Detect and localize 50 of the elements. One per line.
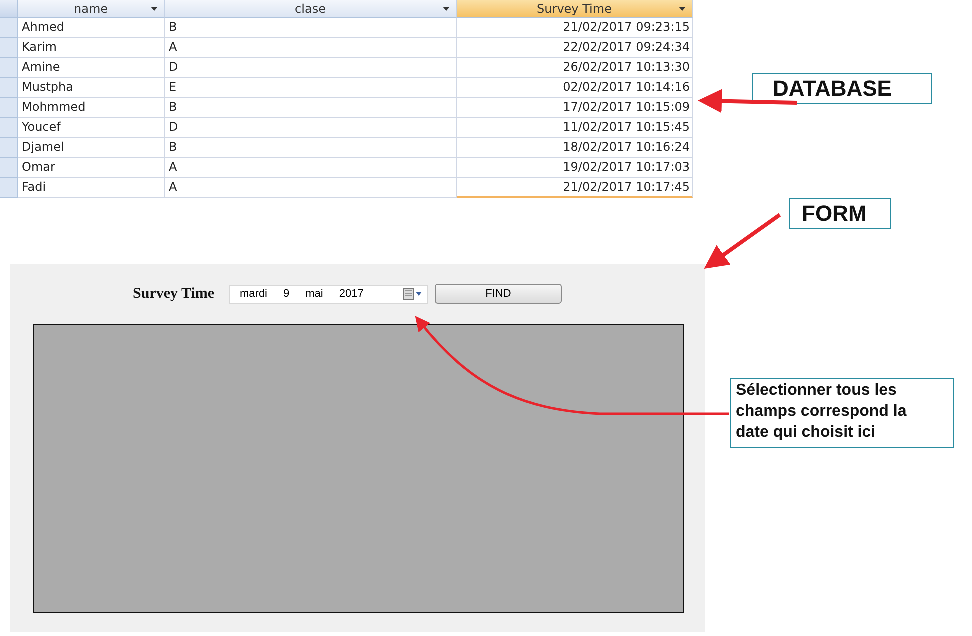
record-selector[interactable] bbox=[0, 158, 18, 178]
record-selector[interactable] bbox=[0, 178, 18, 198]
table-cell: 19/02/2017 10:17:03 bbox=[457, 158, 693, 178]
table-cell: Youcef bbox=[18, 118, 165, 138]
table-cell: Djamel bbox=[18, 138, 165, 158]
table-cell: 11/02/2017 10:15:45 bbox=[457, 118, 693, 138]
table-cell: Mustpha bbox=[18, 78, 165, 98]
table-cell: Mohmmed bbox=[18, 98, 165, 118]
record-selector[interactable] bbox=[0, 138, 18, 158]
callout-box: FORM bbox=[789, 198, 891, 229]
record-selector[interactable] bbox=[0, 78, 18, 98]
table-cell: B bbox=[165, 18, 457, 38]
date-picker[interactable]: mardi 9 mai 2017 bbox=[229, 284, 428, 304]
record-selector[interactable] bbox=[0, 38, 18, 58]
table-cell: Ahmed bbox=[18, 18, 165, 38]
column-header[interactable]: name bbox=[18, 0, 165, 18]
table-cell: D bbox=[165, 118, 457, 138]
table-cell: 18/02/2017 10:16:24 bbox=[457, 138, 693, 158]
record-selector[interactable] bbox=[0, 98, 18, 118]
table-cell: 21/02/2017 10:17:45 bbox=[457, 178, 693, 198]
table-cell: 22/02/2017 09:24:34 bbox=[457, 38, 693, 58]
table-cell: Karim bbox=[18, 38, 165, 58]
callout-box: Sélectionner tous les champs correspond la date qui choisit ici bbox=[730, 378, 954, 448]
dropdown-arrow-icon[interactable] bbox=[443, 7, 450, 11]
table-cell: A bbox=[165, 38, 457, 58]
dropdown-arrow-icon[interactable] bbox=[679, 7, 686, 11]
callout-box: DATABASE bbox=[752, 73, 932, 104]
select-all-corner[interactable] bbox=[0, 0, 18, 18]
table-cell: A bbox=[165, 158, 457, 178]
dropdown-arrow-icon[interactable] bbox=[151, 7, 158, 11]
table-cell: Fadi bbox=[18, 178, 165, 198]
record-selector[interactable] bbox=[0, 58, 18, 78]
table-cell: E bbox=[165, 78, 457, 98]
table-cell: A bbox=[165, 178, 457, 198]
calendar-dropdown-icon[interactable] bbox=[403, 288, 423, 300]
table-cell: 21/02/2017 09:23:15 bbox=[457, 18, 693, 38]
table-cell: 26/02/2017 10:13:30 bbox=[457, 58, 693, 78]
field-label: Survey Time bbox=[133, 286, 216, 302]
table-cell: 17/02/2017 10:15:09 bbox=[457, 98, 693, 118]
table-cell: Omar bbox=[18, 158, 165, 178]
record-selector[interactable] bbox=[0, 18, 18, 38]
column-header[interactable]: Survey Time bbox=[457, 0, 693, 18]
table-cell: B bbox=[165, 138, 457, 158]
record-selector[interactable] bbox=[0, 118, 18, 138]
table-cell: Amine bbox=[18, 58, 165, 78]
table-cell: B bbox=[165, 98, 457, 118]
column-header[interactable]: clase bbox=[165, 0, 457, 18]
find-button[interactable]: FIND bbox=[435, 284, 562, 304]
table-cell: 02/02/2017 10:14:16 bbox=[457, 78, 693, 98]
table-cell: D bbox=[165, 58, 457, 78]
